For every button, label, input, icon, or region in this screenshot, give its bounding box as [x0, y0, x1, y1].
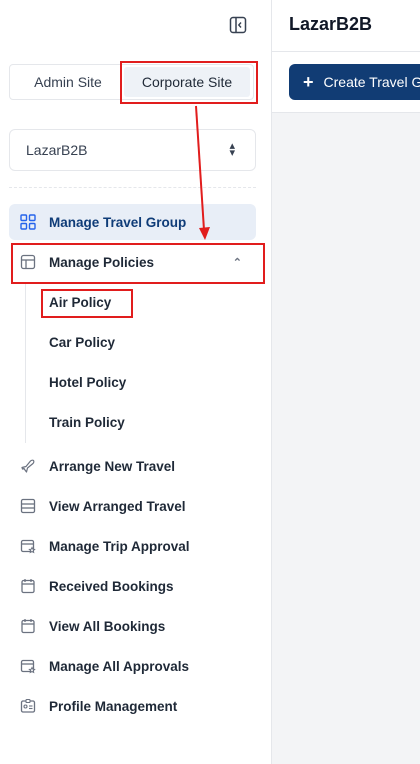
sidebar-item-label: Arrange New Travel	[49, 458, 176, 474]
grid-icon	[19, 213, 37, 231]
table-icon	[19, 253, 37, 271]
plus-icon: +	[303, 71, 314, 92]
plane-icon	[19, 457, 37, 475]
list-icon	[19, 497, 37, 515]
tab-corporate-site[interactable]: Corporate Site	[124, 67, 250, 97]
calendar-star-icon	[19, 537, 37, 555]
sidebar-item-profile-management[interactable]: Profile Management	[9, 688, 256, 724]
sidebar-subitem-hotel-policy[interactable]: Hotel Policy	[49, 371, 126, 393]
divider	[9, 187, 256, 188]
sidebar-item-arrange-new-travel[interactable]: Arrange New Travel	[9, 448, 256, 484]
top-bar: LazarB2B	[272, 0, 420, 52]
sidebar-item-label: Received Bookings	[49, 578, 174, 594]
sidebar-subitem-air-policy[interactable]: Air Policy	[49, 291, 111, 313]
sidebar-item-manage-travel-group[interactable]: Manage Travel Group	[9, 204, 256, 240]
sidebar-item-label: Manage All Approvals	[49, 658, 190, 674]
sidebar-collapse-icon[interactable]	[229, 16, 247, 34]
sidebar-item-label: Profile Management	[49, 698, 178, 714]
sidebar-item-label: View All Bookings	[49, 618, 166, 634]
company-select-value: LazarB2B	[26, 142, 88, 158]
tab-admin-site[interactable]: Admin Site	[12, 67, 124, 97]
sidebar-item-manage-trip-approval[interactable]: Manage Trip Approval	[9, 528, 256, 564]
main-area: LazarB2B + Create Travel Group	[272, 0, 420, 764]
select-updown-icon: ▴ ▾	[229, 140, 235, 159]
sidebar-item-label: Manage Policies	[49, 254, 155, 270]
sidebar-item-manage-all-approvals[interactable]: Manage All Approvals	[9, 648, 256, 684]
sidebar-item-label: Manage Trip Approval	[49, 538, 190, 554]
sidebar-subitem-car-policy[interactable]: Car Policy	[49, 331, 115, 353]
sidebar-item-view-all-bookings[interactable]: View All Bookings	[9, 608, 256, 644]
sidebar-item-label: View Arranged Travel	[49, 498, 186, 514]
id-card-icon	[19, 697, 37, 715]
calendar-icon	[19, 577, 37, 595]
sidebar-item-view-arranged-travel[interactable]: View Arranged Travel	[9, 488, 256, 524]
sidebar-item-received-bookings[interactable]: Received Bookings	[9, 568, 256, 604]
calendar-star-icon	[19, 657, 37, 675]
action-bar: + Create Travel Group	[272, 52, 420, 113]
chevron-up-icon[interactable]: ⌃	[233, 256, 242, 269]
site-switcher: Admin Site Corporate Site	[9, 64, 254, 100]
sidebar-item-label: Manage Travel Group	[49, 214, 187, 230]
app-title: LazarB2B	[289, 14, 373, 34]
create-travel-group-button[interactable]: + Create Travel Group	[289, 64, 420, 100]
submenu-guide-line	[25, 283, 26, 443]
calendar-icon	[19, 617, 37, 635]
sidebar-item-manage-policies[interactable]: Manage Policies ⌃	[9, 244, 256, 280]
company-select[interactable]: LazarB2B ▴ ▾	[9, 129, 256, 171]
sidebar: Admin Site Corporate Site LazarB2B ▴ ▾ Ma…	[0, 0, 272, 764]
create-button-label: Create Travel Group	[323, 74, 420, 90]
sidebar-subitem-train-policy[interactable]: Train Policy	[49, 411, 125, 433]
